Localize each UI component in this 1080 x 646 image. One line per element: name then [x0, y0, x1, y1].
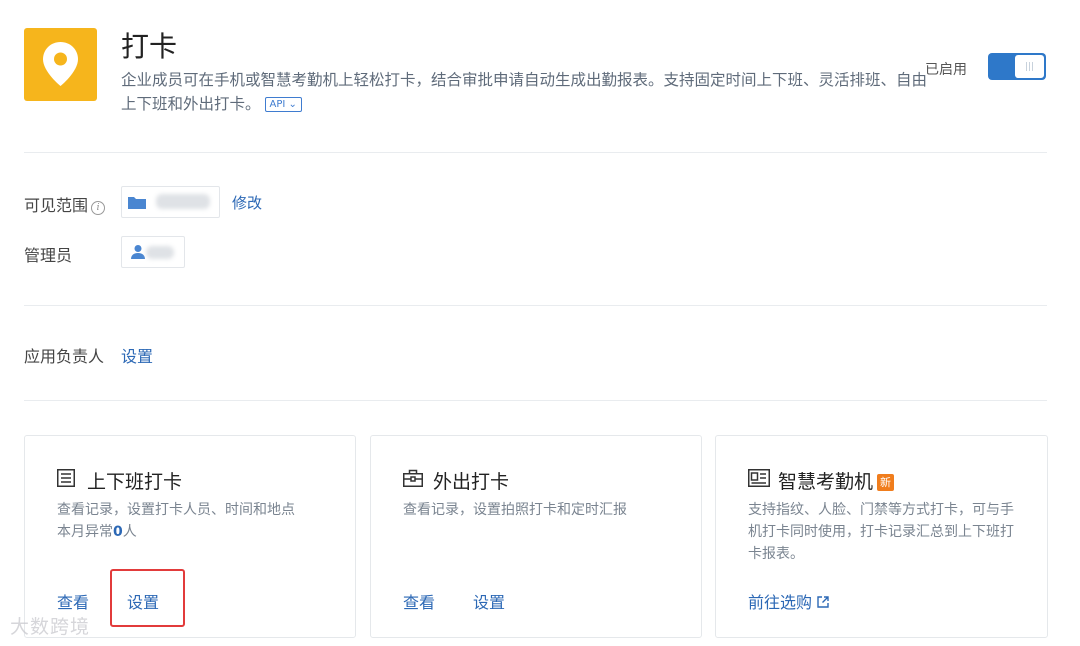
set-owner-link[interactable]: 设置 — [121, 343, 153, 367]
enable-toggle[interactable] — [988, 53, 1046, 80]
owner-label: 应用负责人 — [24, 347, 105, 366]
abnormal-count-line: 本月异常0人 — [57, 521, 347, 543]
divider — [24, 400, 1047, 401]
external-link-icon — [817, 596, 829, 608]
new-badge: 新 — [877, 474, 895, 491]
divider — [24, 152, 1047, 153]
app-description-text: 企业成员可在手机或智慧考勤机上轻松打卡，结合审批申请自动生成出勤报表。支持固定时… — [121, 71, 928, 113]
admin-label: 管理员 — [24, 246, 73, 265]
user-icon — [131, 245, 145, 259]
card-title-text: 智慧考勤机 — [778, 471, 874, 493]
app-description: 企业成员可在手机或智慧考勤机上轻松打卡，结合审批申请自动生成出勤报表。支持固定时… — [121, 68, 931, 116]
visibility-scope-chip — [121, 186, 220, 218]
card-description: 支持指纹、人脸、门禁等方式打卡，可与手机打卡同时使用，打卡记录汇总到上下班打卡报… — [748, 502, 1014, 562]
purchase-link[interactable]: 前往选购 — [748, 589, 829, 613]
card-title: 智慧考勤机新 — [778, 467, 895, 494]
redacted-admin — [146, 246, 174, 259]
visibility-label-text: 可见范围 — [24, 196, 89, 215]
app-icon — [24, 28, 97, 101]
card-description: 查看记录，设置打卡人员、时间和地点 本月异常0人 — [57, 499, 347, 543]
app-title: 打卡 — [121, 30, 178, 63]
purchase-link-text: 前往选购 — [748, 593, 813, 612]
info-icon[interactable]: i — [91, 201, 106, 215]
view-commute-link[interactable]: 查看 — [57, 589, 89, 613]
highlight-box — [110, 569, 185, 627]
attendance-machine-icon — [748, 469, 770, 487]
folder-icon — [128, 197, 146, 209]
card-title: 外出打卡 — [433, 471, 510, 493]
visibility-label: 可见范围 i — [24, 192, 106, 216]
card-title: 上下班打卡 — [87, 471, 183, 493]
watermark: 大数跨境 — [10, 616, 91, 638]
status-label: 已启用 — [925, 62, 967, 78]
card-commute-checkin: 上下班打卡 查看记录，设置打卡人员、时间和地点 本月异常0人 查看 设置 — [24, 435, 356, 638]
briefcase-icon — [403, 469, 423, 487]
api-tag[interactable]: API ⌄ — [264, 97, 302, 112]
settings-outing-link[interactable]: 设置 — [473, 589, 505, 613]
card-description: 查看记录，设置拍照打卡和定时汇报 — [403, 502, 627, 518]
list-icon — [57, 469, 75, 487]
card-description-text: 查看记录，设置打卡人员、时间和地点 — [57, 502, 295, 518]
abnormal-suffix: 人 — [122, 524, 137, 540]
view-outing-link[interactable]: 查看 — [403, 589, 435, 613]
divider — [24, 305, 1047, 306]
location-pin-icon — [43, 42, 78, 86]
card-outing-checkin: 外出打卡 查看记录，设置拍照打卡和定时汇报 查看 设置 — [370, 435, 702, 638]
toggle-knob — [1015, 55, 1044, 78]
edit-visibility-link[interactable]: 修改 — [232, 192, 262, 213]
abnormal-count: 0 — [113, 524, 123, 540]
card-attendance-machine: 智慧考勤机新 支持指纹、人脸、门禁等方式打卡，可与手机打卡同时使用，打卡记录汇总… — [715, 435, 1048, 638]
abnormal-prefix: 本月异常 — [57, 524, 113, 540]
admin-chip — [121, 236, 185, 268]
redacted-name — [156, 194, 210, 209]
